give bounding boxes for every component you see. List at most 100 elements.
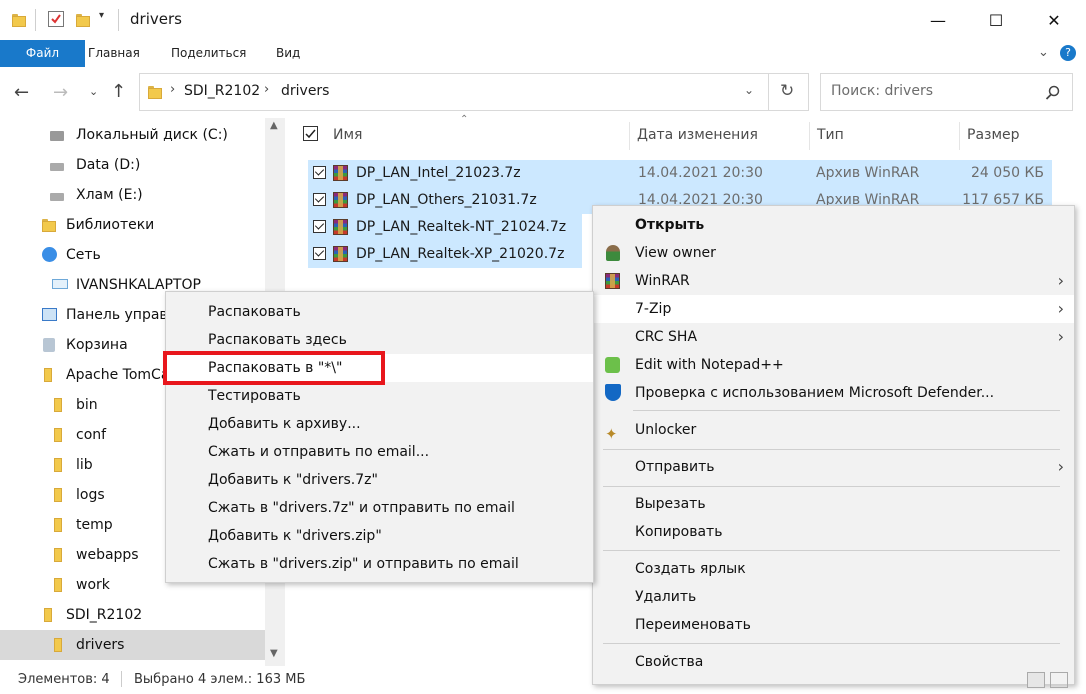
chevron-right-icon[interactable]: › [170,82,175,97]
nav-item-drivers[interactable]: drivers [0,630,265,660]
file-row[interactable]: DP_LAN_Realtek-XP_21020.7z [308,241,582,268]
file-name: DP_LAN_Realtek-XP_21020.7z [356,246,565,262]
maximize-button[interactable]: ☐ [973,0,1019,40]
magic-wand-icon: ✦ [605,425,618,443]
back-button[interactable]: ← [14,82,29,103]
expand-ribbon-icon[interactable]: ⌄ [1038,45,1049,60]
winrar-archive-icon [333,219,348,235]
scroll-up-icon[interactable]: ▲ [270,120,278,131]
details-view-icon[interactable] [1027,672,1045,688]
column-divider[interactable] [809,122,810,150]
properties-quick-icon[interactable] [48,11,64,27]
defender-shield-icon [605,384,621,401]
row-checkbox[interactable] [313,166,326,179]
file-type: Архив WinRAR [816,165,920,181]
menu-item-unlocker[interactable]: ✦ Unlocker [593,416,1074,444]
menu-item-copy[interactable]: Копировать [593,518,1074,546]
scroll-down-icon[interactable]: ▼ [270,648,278,659]
folder-icon [52,638,66,652]
sort-ascending-icon: ⌃ [460,114,469,125]
column-header-size[interactable]: Размер [967,120,1020,150]
menu-item-create-shortcut[interactable]: Создать ярлык [593,555,1074,583]
menu-item-send-to[interactable]: Отправить › [593,453,1074,481]
column-header-name[interactable]: Имя [333,120,362,150]
breadcrumb-sdi[interactable]: SDI_R2102 [184,83,260,99]
new-folder-quick-icon[interactable] [76,13,90,27]
menu-item-defender[interactable]: Проверка с использованием Microsoft Defe… [593,379,1074,407]
folder-icon [52,458,66,472]
refresh-icon[interactable]: ↻ [780,81,794,101]
tab-home[interactable]: Главная [88,40,140,67]
select-all-checkbox[interactable] [303,126,318,141]
recent-locations-icon[interactable]: ⌄ [89,85,98,98]
menu-item-delete[interactable]: Удалить [593,583,1074,611]
minimize-button[interactable]: — [915,0,961,40]
nav-item-hlam-e[interactable]: Хлам (E:) [0,180,265,210]
window-title: drivers [130,10,182,28]
search-icon [1045,85,1060,100]
chevron-right-icon: › [1057,457,1064,476]
submenu-item-compress-email[interactable]: Сжать и отправить по email... [166,438,593,466]
winrar-archive-icon [333,165,348,181]
submenu-item-add-to-archive[interactable]: Добавить к архиву... [166,410,593,438]
menu-item-open[interactable]: Открыть [593,211,1074,239]
tab-share[interactable]: Поделиться [171,40,246,67]
help-icon[interactable]: ? [1060,45,1076,61]
tab-view[interactable]: Вид [276,40,300,67]
quick-access-dropdown-icon[interactable]: ▾ [99,10,104,21]
up-button[interactable]: ↑ [111,81,126,102]
file-size: 24 050 КБ [971,165,1044,181]
submenu-item-extract-here[interactable]: Распаковать здесь [166,326,593,354]
submenu-item-test[interactable]: Тестировать [166,382,593,410]
notepad-plus-plus-icon [605,357,620,373]
file-row[interactable]: DP_LAN_Realtek-NT_21024.7z [308,214,582,241]
submenu-item-add-to-7z[interactable]: Добавить к "drivers.7z" [166,466,593,494]
menu-item-notepad[interactable]: Edit with Notepad++ [593,351,1074,379]
submenu-item-add-to-zip[interactable]: Добавить к "drivers.zip" [166,522,593,550]
chevron-right-icon[interactable]: › [264,82,269,97]
menu-item-view-owner[interactable]: View owner [593,239,1074,267]
user-icon [606,245,620,261]
menu-item-winrar[interactable]: WinRAR › [593,267,1074,295]
chevron-right-icon: › [1057,271,1064,290]
row-checkbox[interactable] [313,247,326,260]
column-header-date[interactable]: Дата изменения [637,120,758,150]
search-box[interactable]: Поиск: drivers [820,73,1073,111]
address-bar[interactable]: › SDI_R2102 › drivers ⌄ ↻ [139,73,809,111]
breadcrumb-drivers[interactable]: drivers [281,83,329,99]
menu-item-rename[interactable]: Переименовать [593,611,1074,639]
column-divider[interactable] [959,122,960,150]
menu-item-7zip[interactable]: 7-Zip › [593,295,1074,323]
menu-separator [633,410,1060,411]
row-checkbox[interactable] [313,193,326,206]
menu-item-cut[interactable]: Вырезать [593,490,1074,518]
divider [35,9,36,31]
submenu-item-compress-7z-email[interactable]: Сжать в "drivers.7z" и отправить по emai… [166,494,593,522]
folder-icon [52,428,66,442]
column-header-type[interactable]: Тип [817,120,844,150]
nav-item-network[interactable]: Сеть [0,240,265,270]
close-button[interactable]: ✕ [1031,0,1077,40]
libraries-icon [42,218,56,232]
recycle-bin-icon [43,338,55,352]
nav-item-libraries[interactable]: Библиотеки [0,210,265,240]
nav-item-sdi[interactable]: SDI_R2102 [0,600,265,630]
menu-item-crc-sha[interactable]: CRC SHA › [593,323,1074,351]
control-panel-icon [42,308,57,321]
context-menu: Открыть View owner WinRAR › 7-Zip › CRC … [592,205,1075,685]
file-name: DP_LAN_Realtek-NT_21024.7z [356,219,567,235]
large-icons-view-icon[interactable] [1050,672,1068,688]
nav-item-local-disk-c[interactable]: Локальный диск (C:) [0,120,265,150]
folder-icon [42,608,56,622]
submenu-item-extract[interactable]: Распаковать [166,298,593,326]
column-divider[interactable] [629,122,630,150]
forward-button[interactable]: → [53,82,68,103]
file-row[interactable]: DP_LAN_Intel_21023.7z 14.04.2021 20:30 А… [308,160,1052,187]
nav-item-data-d[interactable]: Data (D:) [0,150,265,180]
address-dropdown-icon[interactable]: ⌄ [744,83,754,97]
folder-icon [52,518,66,532]
submenu-item-compress-zip-email[interactable]: Сжать в "drivers.zip" и отправить по ema… [166,550,593,578]
search-input[interactable]: Поиск: drivers [831,83,933,99]
tab-file[interactable]: Файл [0,40,85,67]
row-checkbox[interactable] [313,220,326,233]
